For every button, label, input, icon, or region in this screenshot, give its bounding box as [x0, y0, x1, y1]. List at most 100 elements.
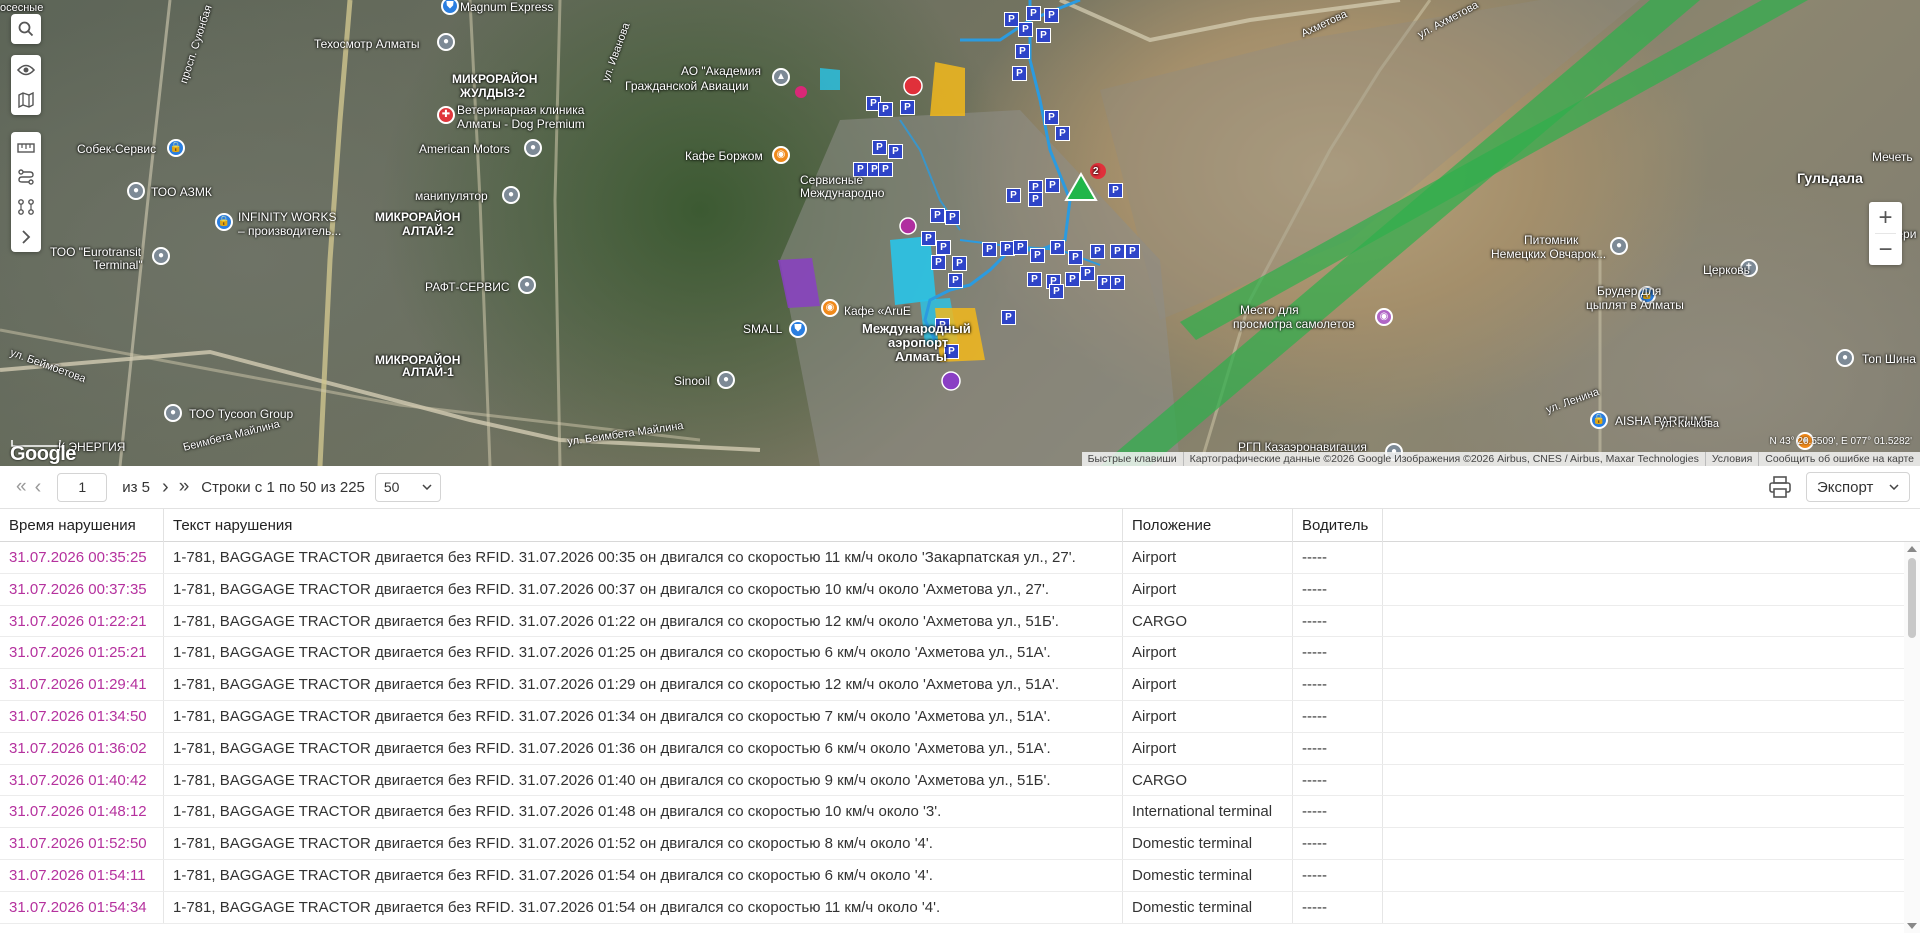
route-button[interactable] — [11, 162, 41, 192]
parking-marker-icon[interactable]: P — [945, 210, 960, 225]
table-row[interactable]: 31.07.2026 01:36:02 1-781, BAGGAGE TRACTO… — [0, 732, 1904, 765]
vet-clinic-icon[interactable]: ✚ — [437, 106, 455, 124]
parking-marker-icon[interactable]: P — [952, 256, 967, 271]
violation-time[interactable]: 31.07.2026 01:34:50 — [0, 700, 164, 732]
location-pin-icon[interactable]: ● — [437, 33, 455, 51]
parking-marker-icon[interactable]: P — [888, 144, 903, 159]
parking-marker-icon[interactable]: P — [1027, 272, 1042, 287]
parking-marker-icon[interactable]: P — [921, 231, 936, 246]
parking-marker-icon[interactable]: P — [1004, 12, 1019, 27]
table-row[interactable]: 31.07.2026 00:37:35 1-781, BAGGAGE TRACTO… — [0, 573, 1904, 606]
shop-icon[interactable]: 🔒 — [215, 213, 233, 231]
table-row[interactable]: 31.07.2026 01:34:50 1-781, BAGGAGE TRACTO… — [0, 700, 1904, 733]
violation-time[interactable]: 31.07.2026 01:40:42 — [0, 764, 164, 796]
terms-link[interactable]: Условия — [1704, 452, 1758, 466]
parking-marker-icon[interactable]: P — [1044, 8, 1059, 23]
parking-marker-icon[interactable]: P — [872, 140, 887, 155]
violation-time[interactable]: 31.07.2026 01:54:11 — [0, 859, 164, 891]
violation-time[interactable]: 31.07.2026 01:29:41 — [0, 669, 164, 700]
location-pin-icon[interactable]: ● — [1610, 237, 1628, 255]
parking-marker-icon[interactable]: P — [1006, 188, 1021, 203]
parking-marker-icon[interactable]: P — [1080, 266, 1095, 281]
next-page-button[interactable]: › — [162, 476, 169, 499]
parking-marker-icon[interactable]: P — [878, 162, 893, 177]
location-pin-icon[interactable]: ● — [502, 186, 520, 204]
first-page-button[interactable]: « — [16, 476, 27, 498]
parking-marker-icon[interactable]: P — [948, 273, 963, 288]
zoom-out-button[interactable]: − — [1869, 234, 1902, 265]
location-pin-icon[interactable]: ● — [524, 139, 542, 157]
violation-time[interactable]: 31.07.2026 01:22:21 — [0, 605, 164, 637]
violation-time[interactable]: 31.07.2026 01:54:34 — [0, 891, 164, 923]
parking-marker-icon[interactable]: P — [930, 208, 945, 223]
location-pin-icon[interactable]: ● — [717, 371, 735, 389]
column-header-location[interactable]: Положение — [1123, 509, 1293, 542]
parking-marker-icon[interactable]: P — [982, 242, 997, 257]
parking-marker-icon[interactable]: P — [1028, 192, 1043, 207]
parking-marker-icon[interactable]: P — [1001, 310, 1016, 325]
parking-marker-icon[interactable]: P — [1049, 284, 1064, 299]
location-pin-icon[interactable]: ● — [127, 182, 145, 200]
export-dropdown[interactable]: Экспорт — [1806, 472, 1910, 502]
parking-marker-icon[interactable]: P — [1065, 272, 1080, 287]
prev-page-button[interactable]: ‹ — [35, 476, 42, 499]
ruler-button[interactable] — [11, 132, 41, 162]
parking-marker-icon[interactable]: P — [931, 255, 946, 270]
last-page-button[interactable]: » — [179, 476, 190, 498]
shop-icon[interactable]: 🔒 — [167, 139, 185, 157]
table-row[interactable]: 31.07.2026 01:40:42 1-781, BAGGAGE TRACTO… — [0, 764, 1904, 797]
table-row[interactable]: 31.07.2026 01:52:50 1-781, BAGGAGE TRACTO… — [0, 828, 1904, 860]
table-row[interactable]: 31.07.2026 01:29:41 1-781, BAGGAGE TRACTO… — [0, 669, 1904, 701]
scroll-down-icon[interactable] — [1907, 923, 1917, 929]
cafe-icon[interactable]: ◉ — [772, 146, 790, 164]
parking-marker-icon[interactable]: P — [1110, 275, 1125, 290]
violation-time[interactable]: 31.07.2026 01:52:50 — [0, 828, 164, 859]
column-header-time[interactable]: Время нарушения — [0, 509, 164, 542]
violation-time[interactable]: 31.07.2026 01:48:12 — [0, 796, 164, 828]
table-row[interactable]: 31.07.2026 01:54:11 1-781, BAGGAGE TRACTO… — [0, 859, 1904, 892]
parking-marker-icon[interactable]: P — [936, 240, 951, 255]
parking-marker-icon[interactable]: P — [1050, 240, 1065, 255]
parking-marker-icon[interactable]: P — [1045, 178, 1060, 193]
school-icon[interactable]: ▲ — [772, 68, 790, 86]
parking-marker-icon[interactable]: P — [1036, 28, 1051, 43]
table-row[interactable]: 31.07.2026 01:48:12 1-781, BAGGAGE TRACTO… — [0, 796, 1904, 829]
column-header-text[interactable]: Текст нарушения — [164, 509, 1123, 542]
expand-panel-button[interactable] — [11, 222, 41, 252]
scroll-thumb[interactable] — [1908, 558, 1916, 638]
column-header-driver[interactable]: Водитель — [1293, 509, 1383, 542]
table-row[interactable]: 31.07.2026 01:54:34 1-781, BAGGAGE TRACTO… — [0, 891, 1904, 924]
cart-icon[interactable]: ⛊ — [789, 320, 807, 338]
violation-time[interactable]: 31.07.2026 01:25:21 — [0, 637, 164, 669]
geofence-button[interactable] — [11, 192, 41, 222]
report-error-link[interactable]: Сообщить об ошибке на карте — [1758, 452, 1920, 466]
visibility-button[interactable] — [11, 55, 41, 85]
parking-marker-icon[interactable]: P — [1055, 126, 1070, 141]
location-pin-icon[interactable]: ● — [152, 247, 170, 265]
violation-time[interactable]: 31.07.2026 00:37:35 — [0, 573, 164, 605]
violation-time[interactable]: 31.07.2026 00:35:25 — [0, 542, 164, 573]
parking-marker-icon[interactable]: P — [1108, 183, 1123, 198]
page-size-select[interactable]: 50 — [374, 472, 441, 502]
table-scrollbar[interactable] — [1904, 542, 1920, 933]
print-icon[interactable] — [1768, 476, 1792, 498]
viewpoint-icon[interactable]: ◉ — [1375, 308, 1393, 326]
map-view[interactable]: PPPPPPPPPPPPPPPPPPPPPPPPPPPPPPPPPPPPPPPP… — [0, 0, 1920, 466]
location-pin-icon[interactable]: ● — [1836, 349, 1854, 367]
parking-marker-icon[interactable]: P — [1015, 44, 1030, 59]
parking-marker-icon[interactable]: P — [1110, 244, 1125, 259]
parking-marker-icon[interactable]: P — [1090, 244, 1105, 259]
zoom-in-button[interactable]: + — [1869, 202, 1902, 233]
scroll-up-icon[interactable] — [1907, 546, 1917, 552]
location-pin-icon[interactable]: ● — [164, 404, 182, 422]
cafe-icon[interactable]: ◉ — [821, 299, 839, 317]
parking-marker-icon[interactable]: P — [1018, 22, 1033, 37]
parking-marker-icon[interactable]: P — [1068, 250, 1083, 265]
parking-marker-icon[interactable]: P — [878, 102, 893, 117]
page-number-input[interactable] — [57, 472, 108, 502]
map-type-button[interactable] — [11, 85, 41, 115]
parking-marker-icon[interactable]: P — [1030, 248, 1045, 263]
parking-marker-icon[interactable]: P — [1013, 240, 1028, 255]
parking-marker-icon[interactable]: P — [1125, 244, 1140, 259]
table-row[interactable]: 31.07.2026 00:35:25 1-781, BAGGAGE TRACTO… — [0, 542, 1904, 574]
